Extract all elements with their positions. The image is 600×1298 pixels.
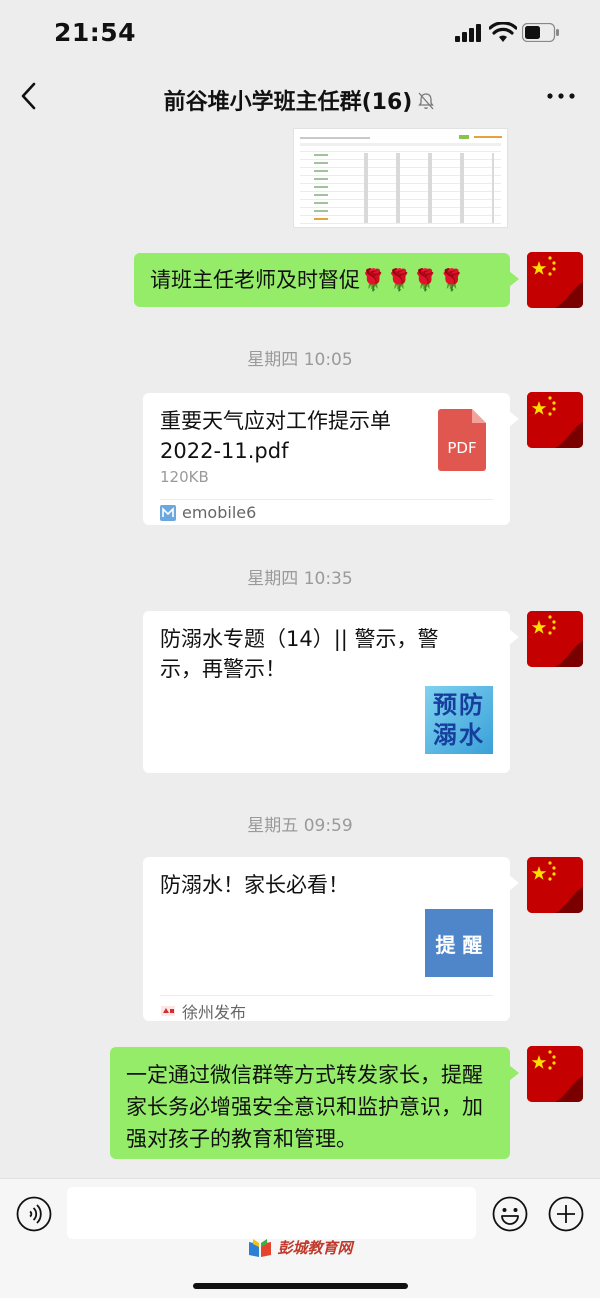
emoji-icon[interactable] — [492, 1196, 528, 1232]
image-message-table[interactable] — [293, 128, 508, 228]
status-bar: 21:54 — [0, 0, 600, 62]
file-name: 重要天气应对工作提示单2022-11.pdf — [160, 409, 391, 463]
card-source: 徐州发布 — [160, 999, 246, 1023]
thumbnail-text: 提 醒 — [435, 932, 483, 957]
card-source: emobile6 — [160, 503, 256, 522]
xuzhou-source-icon — [161, 1006, 175, 1016]
card-divider — [160, 499, 493, 500]
article-title: 防溺水专题（14）|| 警示，警示，再警示！ — [160, 627, 439, 681]
avatar[interactable] — [527, 611, 583, 667]
source-name: emobile6 — [182, 503, 257, 522]
battery-icon — [522, 23, 559, 42]
file-size: 120KB — [160, 468, 209, 486]
watermark-text: 彭城教育网 — [277, 1239, 353, 1257]
message-input[interactable] — [67, 1187, 476, 1239]
source-name: 徐州发布 — [182, 1003, 247, 1022]
avatar[interactable] — [527, 857, 583, 913]
emobile-icon — [160, 504, 176, 521]
message-text: 请班主任老师及时督促🌹🌹🌹🌹 — [150, 268, 465, 292]
mute-bell-icon — [418, 92, 435, 110]
card-divider — [160, 995, 493, 996]
chat-header: 前谷堆小学班主任群(16) — [0, 62, 600, 130]
message-text: 一定通过微信群等方式转发家长，提醒家长务必增强安全意识和监护意识，加强对孩子的教… — [126, 1063, 483, 1151]
timestamp: 星期四 10:05 — [247, 350, 353, 370]
article-thumbnail: 预防 溺水 — [425, 686, 493, 754]
timestamp: 星期五 09:59 — [247, 816, 353, 836]
home-indicator — [193, 1283, 408, 1289]
watermark: 彭城教育网 — [0, 1237, 600, 1258]
text-message-bubble[interactable]: 一定通过微信群等方式转发家长，提醒家长务必增强安全意识和监护意识，加强对孩子的教… — [110, 1047, 519, 1159]
file-message-card[interactable]: 重要天气应对工作提示单2022-11.pdf 120KB PDF emobile… — [143, 393, 519, 525]
avatar[interactable] — [527, 252, 583, 308]
pdf-icon-label: PDF — [447, 439, 477, 457]
article-thumbnail: 提 醒 — [425, 909, 493, 977]
thumbnail-text-line1: 预防 — [433, 691, 485, 719]
thumbnail-text-line2: 溺水 — [433, 721, 485, 749]
chat-title-wrap[interactable]: 前谷堆小学班主任群(16) — [0, 84, 600, 116]
avatar[interactable] — [527, 392, 583, 448]
wifi-icon — [489, 22, 517, 42]
plus-icon[interactable] — [548, 1196, 584, 1232]
article-title: 防溺水！家长必看！ — [160, 873, 349, 897]
text-message-bubble[interactable]: 请班主任老师及时督促🌹🌹🌹🌹 — [134, 253, 519, 307]
more-dots-icon[interactable] — [546, 88, 576, 104]
timestamp: 星期四 10:35 — [247, 569, 353, 589]
chat-title: 前谷堆小学班主任群(16) — [163, 90, 413, 115]
article-message-card[interactable]: 防溺水专题（14）|| 警示，警示，再警示！ 预防 溺水 — [143, 611, 519, 773]
status-time: 21:54 — [54, 18, 137, 47]
input-bar: 彭城教育网 — [0, 1178, 600, 1298]
signal-icon — [455, 24, 481, 42]
book-logo-icon — [249, 1238, 272, 1257]
avatar[interactable] — [527, 1046, 583, 1102]
article-message-card[interactable]: 防溺水！家长必看！ 提 醒 徐州发布 — [143, 857, 519, 1023]
voice-icon[interactable] — [16, 1196, 52, 1232]
